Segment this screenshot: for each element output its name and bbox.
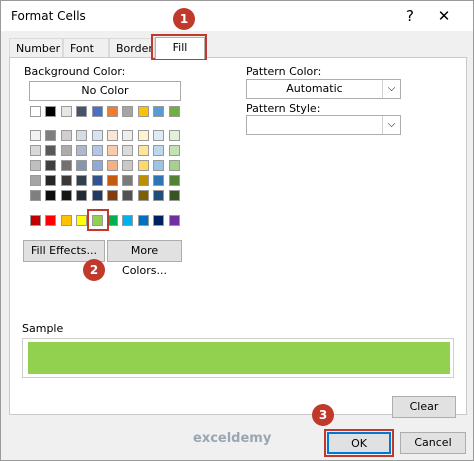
theme-tint-swatch[interactable]	[91, 175, 103, 186]
theme-tint-swatch[interactable]	[137, 175, 149, 186]
standard-color-swatch[interactable]	[122, 215, 134, 226]
standard-color-swatch[interactable]	[30, 215, 41, 226]
theme-tint-swatch[interactable]	[30, 130, 41, 141]
tab-fill[interactable]: Fill	[155, 37, 205, 59]
theme-tint-swatch[interactable]	[60, 145, 72, 156]
sample-preview	[28, 342, 450, 374]
theme-tint-swatch[interactable]	[168, 130, 180, 141]
theme-tint-swatch[interactable]	[45, 160, 57, 171]
theme-tint-swatch[interactable]	[137, 130, 149, 141]
theme-tint-swatch[interactable]	[60, 160, 72, 171]
theme-tint-swatch[interactable]	[30, 190, 41, 201]
fill-panel: Background Color: No Color Fill Effects.…	[9, 57, 467, 418]
standard-color-swatch[interactable]	[153, 215, 165, 226]
close-button[interactable]: ✕	[433, 5, 455, 27]
theme-tint-swatch[interactable]	[60, 190, 72, 201]
tab-border[interactable]: Border	[109, 38, 155, 58]
theme-tint-swatch[interactable]	[76, 145, 88, 156]
theme-tint-swatch[interactable]	[91, 160, 103, 171]
theme-color-swatch[interactable]	[60, 106, 72, 117]
pattern-style-dropdown[interactable]: ⌵	[246, 115, 401, 135]
chevron-down-icon: ⌵	[382, 80, 400, 98]
dialog-title: Format Cells	[11, 9, 86, 23]
theme-color-swatch[interactable]	[45, 106, 57, 117]
standard-color-swatch[interactable]	[137, 215, 149, 226]
theme-tint-swatch[interactable]	[30, 175, 41, 186]
theme-color-swatch[interactable]	[122, 106, 134, 117]
theme-tint-swatch[interactable]	[91, 130, 103, 141]
pattern-style-label: Pattern Style:	[246, 102, 321, 115]
theme-tint-swatch[interactable]	[45, 145, 57, 156]
standard-color-swatch[interactable]	[60, 215, 72, 226]
theme-tint-swatch[interactable]	[153, 145, 165, 156]
theme-tint-swatch[interactable]	[107, 145, 118, 156]
theme-tint-swatch[interactable]	[122, 145, 134, 156]
highlight-green-swatch	[87, 209, 109, 231]
chevron-down-icon: ⌵	[382, 116, 400, 134]
tab-font[interactable]: Font	[63, 38, 109, 58]
theme-tint-swatch[interactable]	[168, 190, 180, 201]
cancel-button[interactable]: Cancel	[400, 432, 466, 454]
standard-color-swatch[interactable]	[76, 215, 88, 226]
highlight-ok-button	[324, 429, 394, 457]
step-badge-1: 1	[173, 8, 195, 30]
pattern-color-value: Automatic	[286, 82, 343, 95]
theme-color-swatch[interactable]	[76, 106, 88, 117]
theme-tint-swatch[interactable]	[45, 190, 57, 201]
step-badge-2: 2	[83, 259, 105, 281]
sample-frame	[22, 338, 454, 378]
more-colors-button[interactable]: More Colors...	[107, 240, 182, 277]
help-button[interactable]: ?	[399, 5, 421, 27]
theme-tint-swatch[interactable]	[168, 160, 180, 171]
theme-tint-swatch[interactable]	[137, 145, 149, 156]
theme-tint-swatch[interactable]	[137, 160, 149, 171]
theme-tint-swatch[interactable]	[122, 175, 134, 186]
pattern-color-dropdown[interactable]: Automatic ⌵	[246, 79, 401, 99]
title-bar: Format Cells ? ✕	[1, 1, 473, 31]
theme-tint-swatch[interactable]	[153, 130, 165, 141]
theme-tint-swatch[interactable]	[45, 130, 57, 141]
theme-tint-swatch[interactable]	[153, 160, 165, 171]
theme-color-swatch[interactable]	[107, 106, 118, 117]
theme-tint-swatch[interactable]	[107, 190, 118, 201]
theme-tint-swatch[interactable]	[137, 190, 149, 201]
background-color-label: Background Color:	[24, 65, 126, 78]
pattern-color-label: Pattern Color:	[246, 65, 322, 78]
theme-color-swatch[interactable]	[30, 106, 41, 117]
theme-tint-swatch[interactable]	[107, 175, 118, 186]
theme-tint-swatch[interactable]	[91, 190, 103, 201]
theme-tint-swatch[interactable]	[153, 175, 165, 186]
theme-color-swatch[interactable]	[91, 106, 103, 117]
theme-tint-swatch[interactable]	[122, 130, 134, 141]
theme-tint-swatch[interactable]	[107, 160, 118, 171]
theme-tint-swatch[interactable]	[76, 175, 88, 186]
theme-tint-swatch[interactable]	[122, 190, 134, 201]
theme-tint-swatch[interactable]	[60, 130, 72, 141]
sample-label: Sample	[22, 322, 64, 335]
theme-tint-swatch[interactable]	[168, 175, 180, 186]
tab-number[interactable]: Number	[9, 38, 63, 58]
standard-color-swatch[interactable]	[45, 215, 57, 226]
standard-color-swatch[interactable]	[168, 215, 180, 226]
no-color-button[interactable]: No Color	[29, 81, 181, 101]
theme-color-swatch[interactable]	[153, 106, 165, 117]
theme-tint-swatch[interactable]	[76, 160, 88, 171]
theme-tint-swatch[interactable]	[60, 175, 72, 186]
theme-tint-swatch[interactable]	[30, 160, 41, 171]
theme-tint-swatch[interactable]	[45, 175, 57, 186]
watermark-logo: exceldemy	[193, 431, 272, 446]
theme-tint-swatch[interactable]	[107, 130, 118, 141]
theme-tint-swatch[interactable]	[91, 145, 103, 156]
theme-tint-swatch[interactable]	[122, 160, 134, 171]
theme-tint-swatch[interactable]	[76, 130, 88, 141]
theme-tint-swatch[interactable]	[76, 190, 88, 201]
step-badge-3: 3	[312, 404, 334, 426]
clear-button[interactable]: Clear	[392, 396, 456, 418]
theme-color-swatch[interactable]	[168, 106, 180, 117]
theme-tint-swatch[interactable]	[30, 145, 41, 156]
theme-tint-swatch[interactable]	[153, 190, 165, 201]
format-cells-dialog: Format Cells ? ✕ Number Font Border Fill…	[0, 0, 474, 461]
theme-color-swatch[interactable]	[137, 106, 149, 117]
theme-tint-swatch[interactable]	[168, 145, 180, 156]
